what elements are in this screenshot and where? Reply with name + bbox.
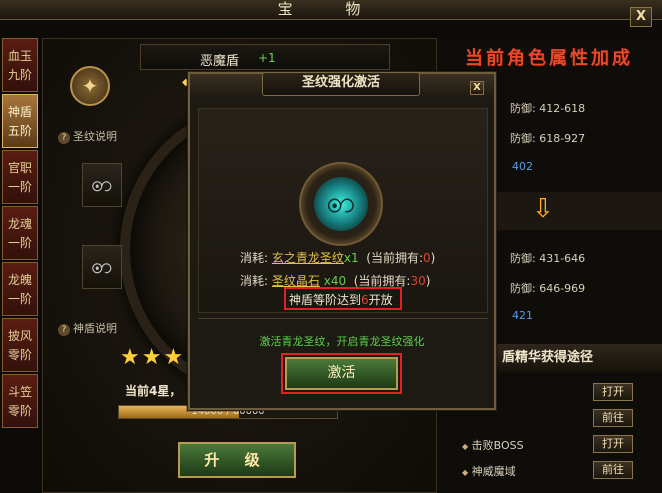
tab-label: 官职 [7,161,32,175]
item-name: 恶魔盾 [200,54,240,69]
dragon-rune-icon: ꩦ [91,172,113,197]
cost-line-rune: 消耗: 玄之青龙圣纹x1 (当前拥有:0) [240,249,435,266]
diamond-icon: ◆ [462,468,469,477]
source-row-4: ◆ 神威魔域 [462,463,516,479]
tab-blood-jade[interactable]: 血玉 九阶 [2,38,38,92]
upgrade-button[interactable]: 升 级 [178,442,296,478]
owned-value: 30 [410,274,426,288]
star-rating: ★★★ [120,345,186,370]
lion-emblem-icon: ✦ [70,66,110,106]
source-goto-button-4[interactable]: 前往 [593,461,633,479]
tab-label: 神盾 [7,105,32,119]
source-row-3: ◆ 击败BOSS [462,437,524,453]
source-name: 神威魔域 [471,465,516,478]
tab-sublabel: 一阶 [7,236,32,250]
category-tabs: 血玉 九阶 神盾 五阶 官职 一阶 龙魂 一阶 龙魄 一阶 披风 零阶 斗笠 零阶 [0,38,40,428]
tab-label: 披风 [7,329,32,343]
tab-dragon-spirit[interactable]: 龙魄 一阶 [2,262,38,316]
source-goto-button-2[interactable]: 前往 [593,409,633,427]
question-icon: ? [58,132,70,144]
tab-dragon-soul[interactable]: 龙魂 一阶 [2,206,38,260]
tab-label: 斗笠 [7,385,32,399]
requirement-suffix: 开放 [368,293,393,307]
tab-sublabel: 一阶 [7,180,32,194]
requirement-prefix: 神盾等阶达到 [289,293,362,307]
activate-button[interactable]: 激活 [285,357,398,390]
tiger-rune-icon: ꩦ [91,254,113,279]
source-header: 盾精华获得途径 [496,344,662,372]
diamond-icon: ◆ [462,442,469,451]
dialog-title: 圣纹强化激活 [301,75,380,90]
owned-value: 0 [423,251,431,265]
cost-label: 消耗: [240,251,269,265]
tab-sublabel: 零阶 [7,348,32,362]
cost-item-crystal-link[interactable]: 圣纹晶石 [272,274,320,288]
source-open-button-3[interactable]: 打开 [593,435,633,453]
stat-next-2: 防御: 646-969 [510,282,586,295]
stat-next-1: 防御: 431-646 [510,252,586,265]
rune-slot-tiger[interactable]: ꩦ [82,245,122,289]
owned-suffix: ) [425,274,431,288]
question-icon: ? [58,324,70,336]
owned-suffix: ) [430,251,436,265]
tab-official-rank[interactable]: 官职 一阶 [2,150,38,204]
current-star-text: 当前4星， [125,384,182,398]
dialog-divider [198,318,488,319]
tab-sublabel: 五阶 [7,124,32,138]
source-open-button-1[interactable]: 打开 [593,383,633,401]
tab-sublabel: 九阶 [7,68,32,82]
owned-label: (当前拥有: [366,251,424,265]
tab-label: 龙魂 [7,217,32,231]
owned-label: (当前拥有: [353,274,411,288]
rune-slot-dragon[interactable]: ꩦ [82,163,122,207]
tab-divine-shield[interactable]: 神盾 五阶 [2,94,38,148]
item-level: +1 [258,51,276,65]
azure-dragon-rune-icon: ꩦ [314,177,368,231]
requirement-level: 6 [361,293,369,307]
cost-qty: x40 [323,274,347,288]
tab-label: 血玉 [7,49,32,63]
stat-next-3: 421 [512,309,533,322]
shield-help-label: 神盾说明 [73,322,117,335]
cost-item-rune-link[interactable]: 玄之青龙圣纹 [272,251,344,265]
activate-description: 激活青龙圣纹，开启青龙圣纹强化 [259,335,425,348]
tab-cloak[interactable]: 披风 零阶 [2,318,38,372]
requirement-text: 神盾等阶达到6开放 [289,291,393,308]
rune-help-link[interactable]: ? 圣纹说明 [58,128,117,144]
shield-help-link[interactable]: ? 神盾说明 [58,320,117,336]
stat-current-3: 402 [512,160,533,173]
tab-hat[interactable]: 斗笠 零阶 [2,374,38,428]
cost-label: 消耗: [240,274,269,288]
dialog-close-button[interactable]: X [470,81,484,95]
tab-sublabel: 零阶 [7,404,32,418]
down-arrow-icon: ⇩ [532,194,554,224]
tab-label: 龙魄 [7,273,32,287]
cost-qty: x1 [343,251,359,265]
window-title: 宝 物 [277,0,385,18]
tab-sublabel: 一阶 [7,292,32,306]
arrow-band [496,192,662,230]
rune-help-label: 圣纹说明 [73,130,117,143]
source-name: 击败BOSS [471,439,524,452]
stat-current-2: 防御: 618-927 [510,132,586,145]
close-button[interactable]: X [630,7,652,27]
stat-current-1: 防御: 412-618 [510,102,586,115]
